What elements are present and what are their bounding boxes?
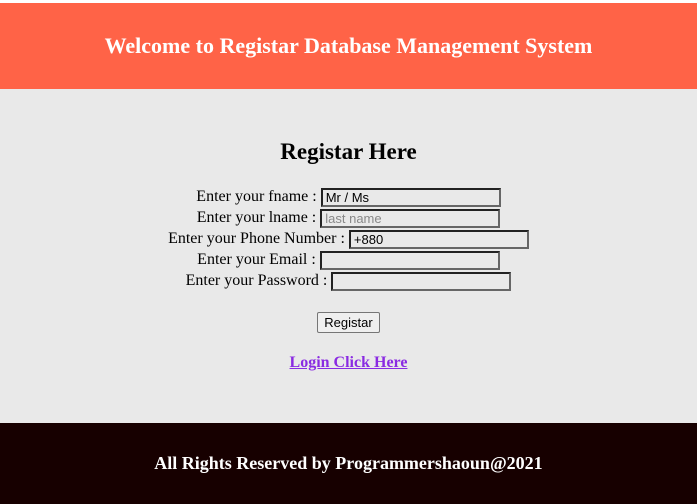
footer: All Rights Reserved by Programmershaoun@… [0, 423, 697, 504]
fname-input[interactable] [320, 187, 501, 207]
login-link[interactable]: Login Click Here [290, 354, 408, 371]
fname-label: Enter your fname : [196, 188, 317, 205]
password-input[interactable] [331, 271, 512, 291]
footer-text: All Rights Reserved by Programmershaoun@… [154, 453, 543, 473]
header: Welcome to Registar Database Management … [0, 3, 697, 89]
phone-row: Enter your Phone Number : [0, 228, 697, 249]
email-label: Enter your Email : [197, 251, 316, 268]
email-input[interactable] [319, 250, 500, 270]
site-title: Welcome to Registar Database Management … [104, 33, 593, 58]
registration-form: Enter your fname : Enter your lname : En… [0, 186, 697, 333]
fname-row: Enter your fname : [0, 186, 697, 207]
registar-button[interactable]: Registar [317, 312, 380, 333]
password-label: Enter your Password : [185, 272, 328, 289]
lname-row: Enter your lname : [0, 207, 697, 228]
email-row: Enter your Email : [0, 249, 697, 270]
main-content: Registar Here Enter your fname : Enter y… [0, 89, 697, 423]
login-link-container: Login Click Here [0, 354, 697, 372]
password-row: Enter your Password : [0, 270, 697, 291]
phone-input[interactable] [348, 229, 529, 249]
lname-label: Enter your lname : [196, 209, 317, 226]
lname-input[interactable] [320, 208, 501, 228]
form-title: Registar Here [280, 139, 417, 164]
phone-label: Enter your Phone Number : [168, 230, 345, 247]
